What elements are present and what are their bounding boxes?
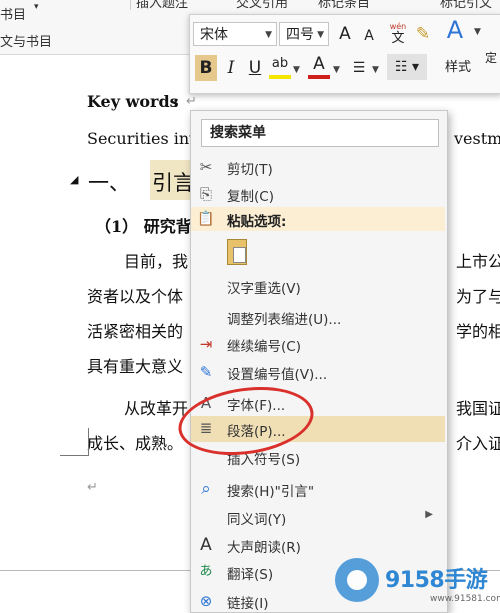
copy-icon: ⎘ bbox=[199, 185, 212, 203]
heading-text[interactable]: 引言 bbox=[152, 167, 194, 197]
chevron-down-icon[interactable]: ▼ bbox=[372, 65, 379, 75]
menu-item-label: 设置编号值(V)... bbox=[227, 367, 328, 383]
menu-item-label: 粘贴选项: bbox=[227, 214, 287, 230]
font-color-button[interactable]: A bbox=[308, 51, 330, 79]
menu-item-synonyms[interactable]: 同义词(Y) ▶ bbox=[191, 505, 445, 529]
chevron-down-icon[interactable]: ▼ bbox=[293, 65, 300, 75]
link-icon: ⊗ bbox=[199, 592, 213, 610]
watermark-brand: 9158手游 bbox=[385, 568, 488, 593]
menu-item-copy[interactable]: ⎘ 复制(C) bbox=[191, 182, 445, 206]
menu-item-search[interactable]: ⌕ 搜索(H)"引言" bbox=[191, 477, 445, 501]
page-corner-marker bbox=[60, 455, 89, 456]
chevron-down-icon: ▼ bbox=[265, 30, 272, 40]
menu-item-paste-options: 📋 粘贴选项: bbox=[191, 207, 445, 231]
continue-numbering-icon: ⇥ bbox=[199, 335, 213, 353]
chevron-down-icon[interactable]: ▼ bbox=[333, 65, 340, 75]
italic-button[interactable]: I bbox=[220, 53, 242, 83]
body-text: 具有重大意义 bbox=[87, 357, 184, 376]
shrink-font-button[interactable]: A bbox=[358, 21, 380, 51]
read-aloud-icon: A bbox=[200, 535, 212, 555]
body-text: 从改革开 bbox=[124, 399, 189, 418]
menu-item-reselect-hanzi[interactable]: 汉字重选(V) bbox=[191, 274, 445, 298]
search-menu-input[interactable]: 搜索菜单 bbox=[201, 119, 439, 147]
paste-keep-text-button[interactable] bbox=[191, 235, 445, 271]
menu-item-label: 汉字重选(V) bbox=[227, 281, 301, 297]
subheading: （1） 研究背 bbox=[95, 217, 192, 236]
chevron-right-icon: ▶ bbox=[425, 509, 433, 520]
page-corner-marker bbox=[88, 428, 89, 456]
menu-item-label: 继续编号(C) bbox=[227, 339, 301, 355]
menu-item-label: 复制(C) bbox=[227, 189, 274, 205]
phonetic-guide-button[interactable]: 文 bbox=[386, 24, 410, 54]
scissors-icon: ✂ bbox=[199, 158, 213, 176]
mark-citation-button[interactable]: 标记引文 bbox=[440, 0, 492, 11]
cross-reference-button[interactable]: 交叉引用 bbox=[236, 0, 288, 11]
keywords-label: Key words bbox=[87, 92, 179, 111]
body-text: 我国证 bbox=[456, 399, 500, 418]
font-size-value: 四号 bbox=[286, 27, 314, 43]
styles-button[interactable]: 样式 bbox=[442, 53, 474, 83]
menu-item-label: 翻译(S) bbox=[227, 567, 274, 583]
menu-item-label: 同义词(Y) bbox=[227, 512, 287, 528]
paste-clipboard-icon bbox=[227, 239, 247, 265]
format-painter-icon[interactable]: ✎ bbox=[412, 19, 434, 49]
search-icon: ⌕ bbox=[201, 479, 211, 499]
body-text: 学的相 bbox=[456, 322, 500, 341]
body-text: 活紧密相关的 bbox=[87, 322, 184, 341]
watermark-logo-icon bbox=[335, 558, 379, 602]
chevron-down-icon[interactable]: ▼ bbox=[474, 27, 481, 37]
menu-item-cut[interactable]: ✂ 剪切(T) bbox=[191, 155, 445, 179]
body-text: 成长、成熟。 bbox=[87, 434, 184, 453]
menu-item-label: 链接(I) bbox=[227, 596, 269, 612]
menu-item-label: 大声朗读(R) bbox=[227, 540, 301, 556]
body-text: 上市公 bbox=[456, 252, 500, 271]
watermark-url: www.91581.com bbox=[430, 594, 500, 604]
context-menu: 搜索菜单 ✂ 剪切(T) ⎘ 复制(C) 📋 粘贴选项: 汉字重选(V) 调整列… bbox=[190, 110, 448, 613]
heading-number: 一、 bbox=[88, 171, 130, 195]
menu-item-adjust-list-indent[interactable]: 调整列表缩进(U)... bbox=[191, 305, 445, 329]
paragraph-mark: ↵ bbox=[186, 94, 197, 109]
bookmark-button[interactable]: 书目 bbox=[0, 4, 26, 23]
grow-font-button[interactable]: A bbox=[334, 19, 356, 49]
body-text: 介入证 bbox=[456, 434, 500, 453]
collapse-triangle-icon[interactable]: ◢ bbox=[70, 173, 78, 186]
font-name-select[interactable]: 宋体 ▼ bbox=[193, 22, 277, 46]
body-text: 目前，我 bbox=[124, 252, 189, 271]
insert-caption-button[interactable]: 插入题注 bbox=[136, 0, 188, 11]
menu-item-label: 剪切(T) bbox=[227, 162, 273, 178]
paragraph-mark: ↵ bbox=[87, 480, 98, 495]
menu-item-read-aloud[interactable]: A 大声朗读(R) bbox=[191, 533, 445, 557]
menu-item-label: 调整列表缩进(U)... bbox=[227, 312, 342, 328]
menu-item-set-numbering-value[interactable]: ✎ 设置编号值(V)... bbox=[191, 360, 445, 384]
underline-button[interactable]: U bbox=[244, 53, 266, 83]
body-text: Securities inv bbox=[87, 129, 199, 148]
chevron-down-icon: ▼ bbox=[317, 30, 324, 40]
bullet-list-icon[interactable]: ☰ bbox=[348, 53, 370, 83]
text-effect-button[interactable]: A bbox=[442, 15, 468, 45]
menu-item-continue-numbering[interactable]: ⇥ 继续编号(C) bbox=[191, 332, 445, 356]
locate-button[interactable]: 定 bbox=[482, 43, 500, 73]
site-watermark: 9158手游 www.91581.com bbox=[335, 556, 500, 611]
chevron-down-icon[interactable]: ▾ bbox=[34, 2, 39, 12]
translate-icon: あ bbox=[199, 564, 213, 579]
set-numbering-value-icon: ✎ bbox=[199, 363, 213, 381]
keywords-colon: : bbox=[173, 92, 179, 111]
body-text: 资者以及个体 bbox=[87, 287, 184, 306]
mini-toolbar: 宋体 ▼ 四号 ▼ A A wén 文 ✎ A ▼ B I U ab ▼ A ▼… bbox=[189, 14, 500, 94]
menu-item-label: 搜索(H)"引言" bbox=[227, 484, 315, 500]
paste-icon: 📋 bbox=[197, 211, 215, 227]
body-text: vestme bbox=[454, 129, 500, 148]
mark-entry-button[interactable]: 标记条目 bbox=[318, 0, 370, 11]
bibliography-label[interactable]: 文与书目 bbox=[0, 31, 52, 50]
highlight-button[interactable]: ab bbox=[269, 51, 291, 79]
numbered-list-icon[interactable]: ☷ ▾ bbox=[387, 54, 427, 80]
body-text: 为了与 bbox=[456, 287, 500, 306]
bold-button[interactable]: B bbox=[195, 55, 217, 81]
ribbon-divider bbox=[130, 0, 131, 10]
font-size-select[interactable]: 四号 ▼ bbox=[279, 22, 329, 46]
font-name-value: 宋体 bbox=[200, 27, 228, 43]
